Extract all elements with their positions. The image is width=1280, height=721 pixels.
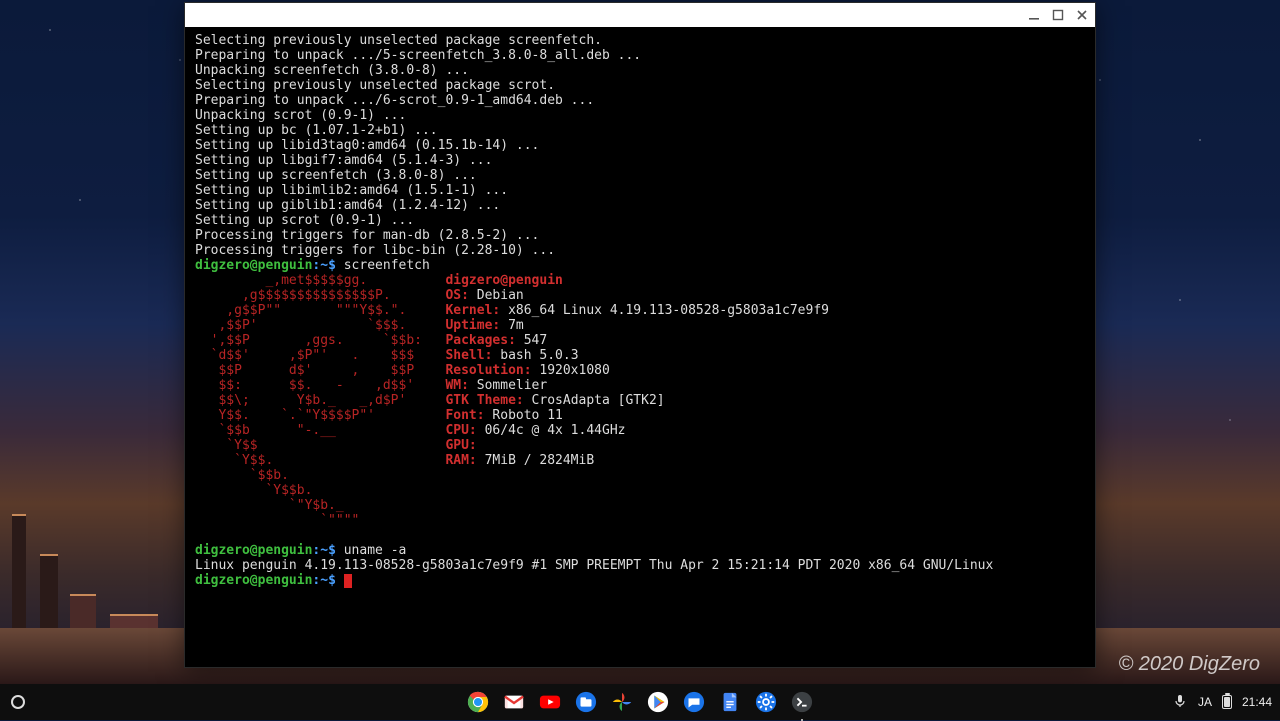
gmail-icon[interactable] bbox=[503, 691, 525, 713]
command-text: uname -a bbox=[344, 543, 407, 558]
clock[interactable]: 21:44 bbox=[1242, 695, 1272, 709]
ascii-line: `"""" bbox=[195, 513, 445, 528]
sf-label: RAM: bbox=[445, 453, 476, 468]
battery-icon[interactable] bbox=[1222, 695, 1232, 709]
sf-label: Packages: bbox=[445, 333, 515, 348]
command-text: screenfetch bbox=[344, 258, 430, 273]
ascii-line: $$: $$. - ,d$$' bbox=[195, 378, 445, 393]
maximize-button[interactable] bbox=[1051, 8, 1065, 22]
watermark-text: © 2020 DigZero bbox=[1119, 653, 1260, 676]
ascii-line: _,met$$$$$gg. bbox=[195, 273, 445, 288]
docs-icon[interactable] bbox=[719, 691, 741, 713]
sf-value: Debian bbox=[469, 288, 524, 303]
apt-line: Selecting previously unselected package … bbox=[195, 78, 555, 93]
sf-label: Resolution: bbox=[445, 363, 531, 378]
sf-label: Uptime: bbox=[445, 318, 500, 333]
prompt-path: :~$ bbox=[312, 258, 343, 273]
sf-label: CPU: bbox=[445, 423, 476, 438]
launcher-icon bbox=[11, 695, 25, 709]
apt-line: Preparing to unpack .../5-screenfetch_3.… bbox=[195, 48, 641, 63]
sf-label: Font: bbox=[445, 408, 484, 423]
sf-value bbox=[477, 438, 485, 453]
prompt-user: digzero bbox=[195, 573, 250, 588]
prompt-user: digzero bbox=[195, 258, 250, 273]
terminal-app-icon[interactable] bbox=[791, 691, 813, 713]
minimize-button[interactable] bbox=[1027, 8, 1041, 22]
sf-user: digzero bbox=[445, 273, 500, 288]
apt-line: Unpacking scrot (0.9-1) ... bbox=[195, 108, 406, 123]
apt-line: Setting up scrot (0.9-1) ... bbox=[195, 213, 414, 228]
messages-icon[interactable] bbox=[683, 691, 705, 713]
sf-value: 7MiB / 2824MiB bbox=[477, 453, 594, 468]
prompt-user: digzero bbox=[195, 543, 250, 558]
close-button[interactable] bbox=[1075, 8, 1089, 22]
sf-value: CrosAdapta [GTK2] bbox=[524, 393, 665, 408]
shelf-apps bbox=[467, 691, 813, 713]
apt-line: Preparing to unpack .../6-scrot_0.9-1_am… bbox=[195, 93, 594, 108]
sf-value: Roboto 11 bbox=[485, 408, 563, 423]
window-titlebar bbox=[185, 3, 1095, 27]
sf-value: Sommelier bbox=[469, 378, 547, 393]
sf-value: 7m bbox=[500, 318, 523, 333]
terminal-cursor bbox=[344, 574, 352, 588]
ascii-line: `Y$$ bbox=[195, 438, 445, 453]
sf-value: x86_64 Linux 4.19.113-08528-g5803a1c7e9f… bbox=[500, 303, 829, 318]
launcher-button[interactable] bbox=[0, 684, 36, 720]
sf-host: penguin bbox=[508, 273, 563, 288]
ascii-line: `"Y$b._ bbox=[195, 498, 445, 513]
ascii-line: `$$b. bbox=[195, 468, 445, 483]
apt-line: Processing triggers for libc-bin (2.28-1… bbox=[195, 243, 555, 258]
apt-line: Processing triggers for man-db (2.8.5-2)… bbox=[195, 228, 539, 243]
apt-line: Setting up libgif7:amd64 (5.1.4-3) ... bbox=[195, 153, 492, 168]
apt-line: Setting up libimlib2:amd64 (1.5.1-1) ... bbox=[195, 183, 508, 198]
apt-line: Setting up giblib1:amd64 (1.2.4-12) ... bbox=[195, 198, 500, 213]
sf-value: 547 bbox=[516, 333, 547, 348]
prompt-path: :~$ bbox=[312, 573, 343, 588]
ascii-line: $$\; Y$b._ _,d$P' bbox=[195, 393, 445, 408]
chrome-icon[interactable] bbox=[467, 691, 489, 713]
sf-value: bash 5.0.3 bbox=[492, 348, 578, 363]
play-store-icon[interactable] bbox=[647, 691, 669, 713]
ascii-line: ',$$P ,ggs. `$$b: bbox=[195, 333, 445, 348]
settings-icon[interactable] bbox=[755, 691, 777, 713]
system-tray[interactable]: JA 21:44 bbox=[1172, 693, 1272, 712]
sf-label: GTK Theme: bbox=[445, 393, 523, 408]
ascii-line: ,$$P' `$$$. bbox=[195, 318, 445, 333]
apt-line: Unpacking screenfetch (3.8.0-8) ... bbox=[195, 63, 469, 78]
ascii-line: ,g$$$$$$$$$$$$$$$P. bbox=[195, 288, 445, 303]
sf-label: OS: bbox=[445, 288, 468, 303]
prompt-host: penguin bbox=[258, 543, 313, 558]
ascii-line: `d$$' ,$P"' . $$$ bbox=[195, 348, 445, 363]
apt-line: Setting up libid3tag0:amd64 (0.15.1b-14)… bbox=[195, 138, 539, 153]
sf-label: Shell: bbox=[445, 348, 492, 363]
ime-language[interactable]: JA bbox=[1198, 695, 1212, 709]
ascii-line: `Y$$. bbox=[195, 453, 445, 468]
uname-output: Linux penguin 4.19.113-08528-g5803a1c7e9… bbox=[195, 558, 993, 573]
prompt-host: penguin bbox=[258, 573, 313, 588]
apt-line: Setting up screenfetch (3.8.0-8) ... bbox=[195, 168, 477, 183]
sf-label: GPU: bbox=[445, 438, 476, 453]
apt-line: Selecting previously unselected package … bbox=[195, 33, 602, 48]
terminal-output[interactable]: Selecting previously unselected package … bbox=[185, 27, 1095, 667]
sf-value: 06/4c @ 4x 1.44GHz bbox=[477, 423, 626, 438]
chromeos-shelf: JA 21:44 bbox=[0, 684, 1280, 720]
photos-icon[interactable] bbox=[611, 691, 633, 713]
sf-value: 1920x1080 bbox=[532, 363, 610, 378]
ascii-line: `Y$$b. bbox=[195, 483, 445, 498]
apt-line: Setting up bc (1.07.1-2+b1) ... bbox=[195, 123, 438, 138]
sf-label: Kernel: bbox=[445, 303, 500, 318]
ascii-line: `$$b "-.__ bbox=[195, 423, 445, 438]
terminal-window: Selecting previously unselected package … bbox=[184, 2, 1096, 668]
youtube-icon[interactable] bbox=[539, 691, 561, 713]
mic-icon[interactable] bbox=[1172, 693, 1188, 712]
ascii-line: Y$$. `.`"Y$$$$P"' bbox=[195, 408, 445, 423]
sf-label: WM: bbox=[445, 378, 468, 393]
prompt-path: :~$ bbox=[312, 543, 343, 558]
ascii-line: $$P d$' , $$P bbox=[195, 363, 445, 378]
prompt-host: penguin bbox=[258, 258, 313, 273]
files-icon[interactable] bbox=[575, 691, 597, 713]
ascii-line: ,g$$P"" """Y$$.". bbox=[195, 303, 445, 318]
